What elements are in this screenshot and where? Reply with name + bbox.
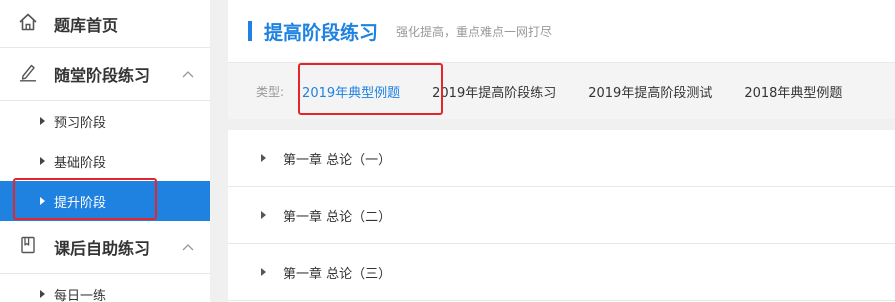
chapter-title: 第一章 总论（三） (283, 266, 392, 282)
list-item[interactable]: 第一章 总论（一） (228, 130, 895, 187)
caret-right-icon (40, 117, 45, 125)
book-icon (18, 235, 38, 259)
sidebar-item-preview[interactable]: 预习阶段 (0, 101, 210, 141)
sidebar-item-label: 预习阶段 (54, 115, 107, 131)
caret-right-icon (40, 290, 45, 298)
pen-icon (18, 62, 38, 86)
chevron-up-icon[interactable] (182, 221, 194, 273)
sidebar-group-label: 课后自助练习 (54, 239, 151, 258)
sidebar-group-label: 随堂阶段练习 (54, 66, 151, 85)
caret-right-icon (261, 211, 266, 219)
list-item[interactable]: 第一章 总论（二） (228, 187, 895, 244)
type-label: 类型: (256, 84, 285, 99)
caret-right-icon (261, 154, 266, 162)
type-filter-bar: 类型: 2019年典型例题 2019年提高阶段练习 2019年提高阶段测试 20… (228, 62, 895, 119)
list-item[interactable]: 第一章 总论（三） (228, 244, 895, 301)
sidebar: 题库首页 随堂阶段练习 预习阶段 基础阶段 提升阶段 课后自助练习 每日一练 (0, 0, 210, 302)
title-accent-bar (248, 21, 252, 41)
chevron-up-icon[interactable] (182, 48, 194, 100)
sidebar-item-label: 基础阶段 (54, 155, 107, 171)
type-tab-2019-examples[interactable]: 2019年典型例题 (302, 82, 400, 101)
page-header: 提高阶段练习 强化提高，重点难点一网打尽 (228, 0, 895, 62)
caret-right-icon (261, 268, 266, 276)
sidebar-item-label: 每日一练 (54, 288, 107, 302)
sidebar-item-basic[interactable]: 基础阶段 (0, 141, 210, 181)
caret-right-icon (40, 157, 45, 165)
caret-right-icon (40, 197, 45, 205)
sidebar-item-home[interactable]: 题库首页 (0, 0, 210, 48)
chapter-title: 第一章 总论（二） (283, 209, 392, 225)
chapter-title: 第一章 总论（一） (283, 152, 392, 168)
type-tab-2018-examples[interactable]: 2018年典型例题 (744, 82, 842, 101)
sidebar-item-daily[interactable]: 每日一练 (0, 274, 210, 302)
sidebar-group-practice[interactable]: 随堂阶段练习 (0, 48, 210, 101)
sidebar-item-label: 提升阶段 (54, 195, 107, 211)
sidebar-item-advance[interactable]: 提升阶段 (0, 181, 210, 221)
type-tab-2019-practice[interactable]: 2019年提高阶段练习 (432, 82, 556, 101)
page-subtitle: 强化提高，重点难点一网打尽 (396, 24, 553, 39)
home-icon (18, 12, 38, 36)
sidebar-group-self-practice[interactable]: 课后自助练习 (0, 221, 210, 274)
sidebar-item-label: 题库首页 (54, 15, 119, 35)
type-tab-2019-test[interactable]: 2019年提高阶段测试 (588, 82, 712, 101)
chapter-list: 第一章 总论（一） 第一章 总论（二） 第一章 总论（三） (228, 130, 895, 302)
page-title: 提高阶段练习 (264, 21, 379, 44)
